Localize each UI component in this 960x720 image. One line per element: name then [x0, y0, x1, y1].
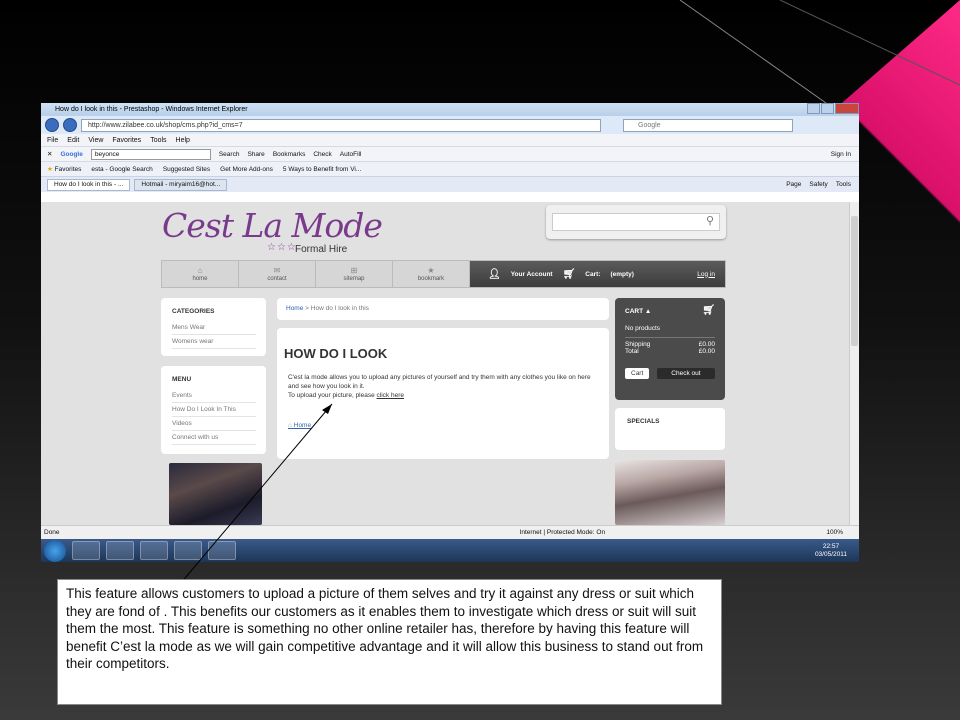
arrow-head [322, 404, 332, 414]
arrow-line [179, 403, 333, 585]
explanation-note: This feature allows customers to upload … [57, 579, 722, 705]
